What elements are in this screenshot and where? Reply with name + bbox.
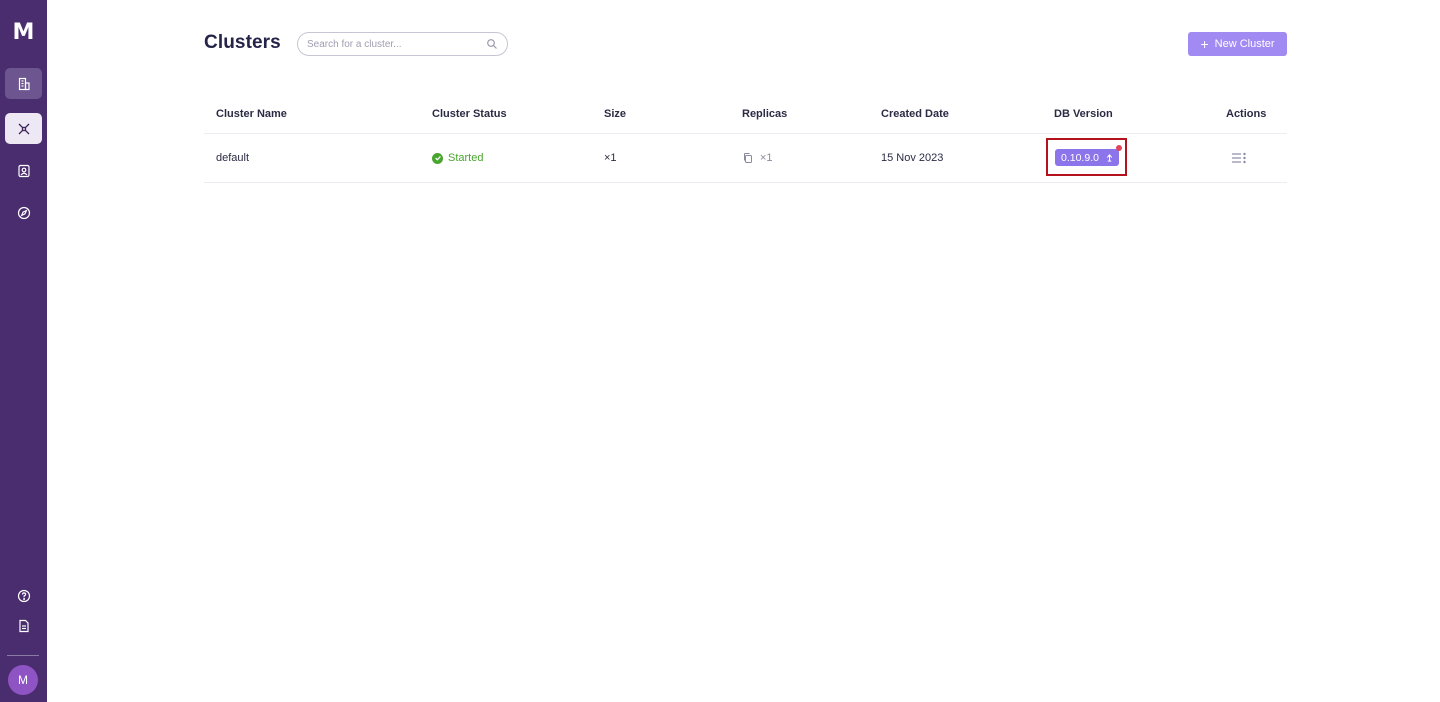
column-actions: Actions	[1226, 108, 1267, 120]
plus-icon: +	[1200, 36, 1209, 52]
nav-explore[interactable]	[5, 197, 42, 228]
compass-icon	[17, 206, 30, 219]
nav-organization[interactable]	[5, 68, 42, 99]
column-cluster-status[interactable]: Cluster Status	[432, 108, 507, 120]
column-size[interactable]: Size	[604, 108, 626, 120]
column-replicas[interactable]: Replicas	[742, 108, 787, 120]
new-cluster-button[interactable]: + New Cluster	[1188, 32, 1287, 56]
actions-menu-icon[interactable]	[1231, 151, 1247, 165]
search-box[interactable]	[297, 32, 508, 56]
help-icon	[17, 589, 30, 602]
clusters-table: Cluster Name Cluster Status Size Replica…	[204, 96, 1287, 183]
status-text: Started	[448, 152, 484, 164]
nav-contacts[interactable]	[5, 155, 42, 186]
table-row[interactable]: default Started ×1 ×1 15 Nov 2023 0.10.9…	[204, 134, 1287, 183]
created-date: 15 Nov 2023	[881, 152, 944, 164]
cluster-network-icon	[18, 123, 29, 134]
contacts-icon	[17, 164, 30, 177]
sidebar-divider	[7, 655, 39, 656]
new-cluster-label: New Cluster	[1214, 38, 1275, 50]
search-icon	[487, 39, 497, 49]
replicas-count: ×1	[760, 152, 773, 164]
status-badge: Started	[432, 152, 483, 164]
table-header: Cluster Name Cluster Status Size Replica…	[204, 96, 1287, 134]
nav-clusters[interactable]	[5, 113, 42, 144]
cluster-name[interactable]: default	[216, 152, 249, 164]
column-cluster-name[interactable]: Cluster Name	[216, 108, 287, 120]
nav-docs[interactable]	[5, 610, 42, 641]
search-input[interactable]	[307, 36, 487, 52]
document-icon	[18, 619, 29, 632]
check-circle-icon	[432, 152, 443, 164]
db-version-badge[interactable]: 0.10.9.0	[1055, 149, 1119, 166]
building-icon	[18, 77, 30, 90]
db-version-highlight: 0.10.9.0	[1046, 138, 1127, 176]
nav-help[interactable]	[5, 580, 42, 611]
page-title: Clusters	[204, 32, 281, 53]
avatar[interactable]: M	[8, 665, 38, 695]
column-created-date[interactable]: Created Date	[881, 108, 949, 120]
column-db-version[interactable]: DB Version	[1054, 108, 1113, 120]
replicas-cell: ×1	[742, 152, 773, 164]
upgrade-arrow-icon	[1106, 154, 1113, 162]
update-available-dot	[1116, 145, 1122, 151]
sidebar: M M	[0, 0, 47, 702]
cluster-size: ×1	[604, 152, 617, 164]
db-version-text: 0.10.9.0	[1061, 151, 1099, 164]
app-logo[interactable]: M	[0, 20, 47, 45]
copy-icon	[744, 153, 752, 163]
